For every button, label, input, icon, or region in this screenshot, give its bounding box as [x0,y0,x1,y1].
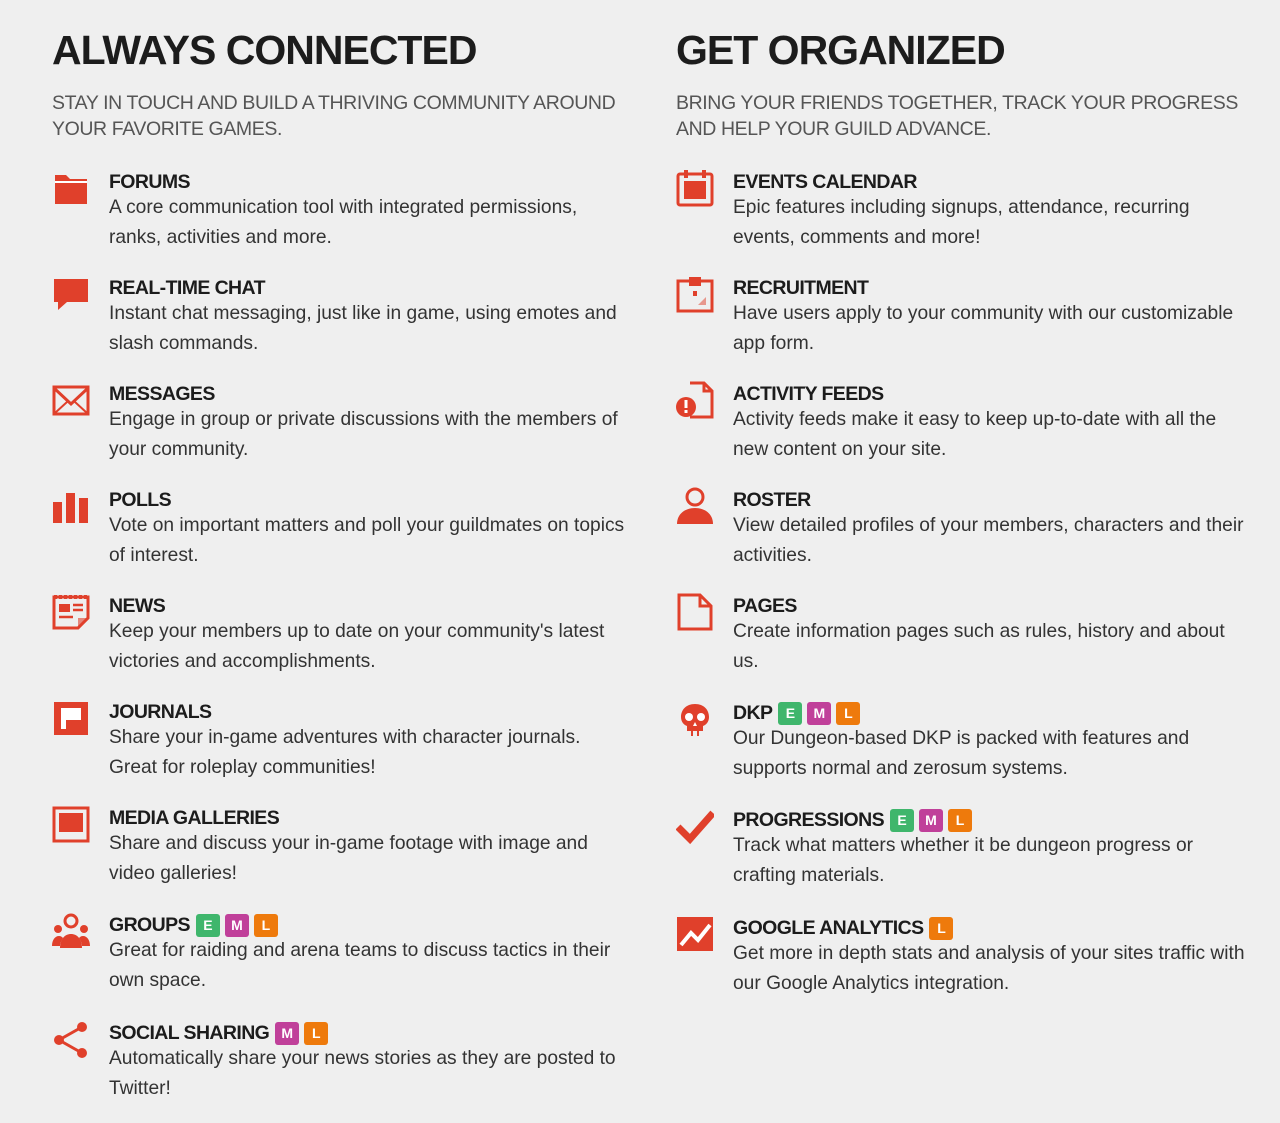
feature-description: View detailed profiles of your members, … [733,515,1244,566]
tier-badge-e: E [778,701,803,725]
feature-title-row: RECRUITMENT [733,275,869,301]
feature-title-row: REAL-TIME CHAT [109,275,265,301]
feature-description: Automatically share your news stories as… [109,1048,616,1099]
tier-badge-e: E [195,913,220,937]
feature-title-row: JOURNALS [109,699,212,725]
tier-badges: EML [195,913,283,937]
page-icon [676,593,714,633]
newspaper-icon [52,593,90,633]
feature-description: Have users apply to your community with … [733,303,1234,354]
tier-badge-l: L [304,1021,329,1045]
feature-description: Share and discuss your in-game footage w… [109,833,588,884]
tier-badges: EML [890,808,977,832]
feature-title-row: MEDIA GALLERIES [109,805,280,831]
feature-title: JOURNALS [109,700,212,723]
feature-title-row: PROGRESSIONS E M L [733,807,977,833]
analytics-chart-icon [676,915,714,955]
tier-badges: L [929,916,958,940]
clipboard-icon [676,275,714,315]
feature-description: Activity feeds make it easy to keep up-t… [733,409,1217,460]
envelope-icon [52,381,90,421]
tier-badges: ML [275,1021,333,1045]
feature-title: PROGRESSIONS [733,808,885,831]
feature-title-row: ROSTER [733,487,811,513]
tier-badge-m: M [224,913,249,937]
feature-title-row: GROUPS E M L [109,912,283,938]
tier-badge-l: L [948,808,972,832]
bar-chart-icon [52,487,90,527]
feature-description: Epic features including signups, attenda… [733,197,1190,248]
feature-title-row: DKP E M L [733,700,865,726]
column-subtitle: STAY IN TOUCH AND BUILD A THRIVING COMMU… [52,92,616,140]
column-title: GET ORGANIZED [676,27,1006,73]
feature-title: GROUPS [109,913,191,936]
feature-description: Create information pages such as rules, … [733,621,1225,672]
column-title: ALWAYS CONNECTED [52,27,477,73]
folder-icon [52,169,90,209]
feature-description: Keep your members up to date on your com… [109,621,605,672]
feature-title: MESSAGES [109,382,215,405]
feature-title-row: POLLS [109,487,172,513]
feature-title: SOCIAL SHARING [109,1021,270,1044]
skull-icon [676,700,714,740]
feature-title: REAL-TIME CHAT [109,276,265,299]
journal-icon [52,699,90,739]
feature-title: POLLS [109,488,172,511]
tier-badge-l: L [253,913,278,937]
feature-title-row: PAGES [733,593,797,619]
media-frame-icon [52,805,90,845]
column-subtitle: BRING YOUR FRIENDS TOGETHER, TRACK YOUR … [676,92,1238,140]
share-icon [52,1020,90,1060]
feature-title-row: NEWS [109,593,166,619]
feature-description: Get more in depth stats and analysis of … [733,943,1245,994]
feature-title: ROSTER [733,488,811,511]
feature-title-row: ACTIVITY FEEDS [733,381,884,407]
feature-title: RECRUITMENT [733,276,869,299]
feature-title: DKP [733,701,773,724]
feature-title: PAGES [733,594,797,617]
feature-description: Engage in group or private discussions w… [109,409,618,460]
group-icon [52,912,90,952]
feature-title: FORUMS [109,170,191,193]
feature-title: ACTIVITY FEEDS [733,382,884,405]
feature-title: EVENTS CALENDAR [733,170,917,193]
feature-description: Instant chat messaging, just like in gam… [109,303,617,354]
feature-description: Our Dungeon-based DKP is packed with fea… [733,728,1190,779]
feature-title: GOOGLE ANALYTICS [733,916,924,939]
tier-badge-m: M [275,1021,300,1045]
tier-badges: EML [778,701,865,725]
feature-title-row: EVENTS CALENDAR [733,169,917,195]
alert-document-icon [676,381,714,421]
tier-badge-m: M [919,808,943,832]
feature-title: NEWS [109,594,166,617]
checkmark-icon [676,807,714,847]
tier-badge-e: E [890,808,914,832]
feature-title-row: GOOGLE ANALYTICS L [733,915,958,941]
feature-description: Vote on important matters and poll your … [109,515,625,566]
chat-bubble-icon [52,275,90,315]
tier-badge-l: L [836,701,861,725]
tier-badge-l: L [929,916,954,940]
user-icon [676,487,714,527]
feature-description: Share your in-game adventures with chara… [109,727,581,778]
feature-title: MEDIA GALLERIES [109,806,280,829]
feature-description: A core communication tool with integrate… [109,197,578,248]
feature-title-row: SOCIAL SHARING M L [109,1020,333,1046]
calendar-icon [676,169,714,209]
feature-description: Track what matters whether it be dungeon… [733,835,1194,886]
feature-description: Great for raiding and arena teams to dis… [109,940,611,991]
feature-title-row: FORUMS [109,169,191,195]
tier-badge-m: M [807,701,832,725]
feature-title-row: MESSAGES [109,381,215,407]
